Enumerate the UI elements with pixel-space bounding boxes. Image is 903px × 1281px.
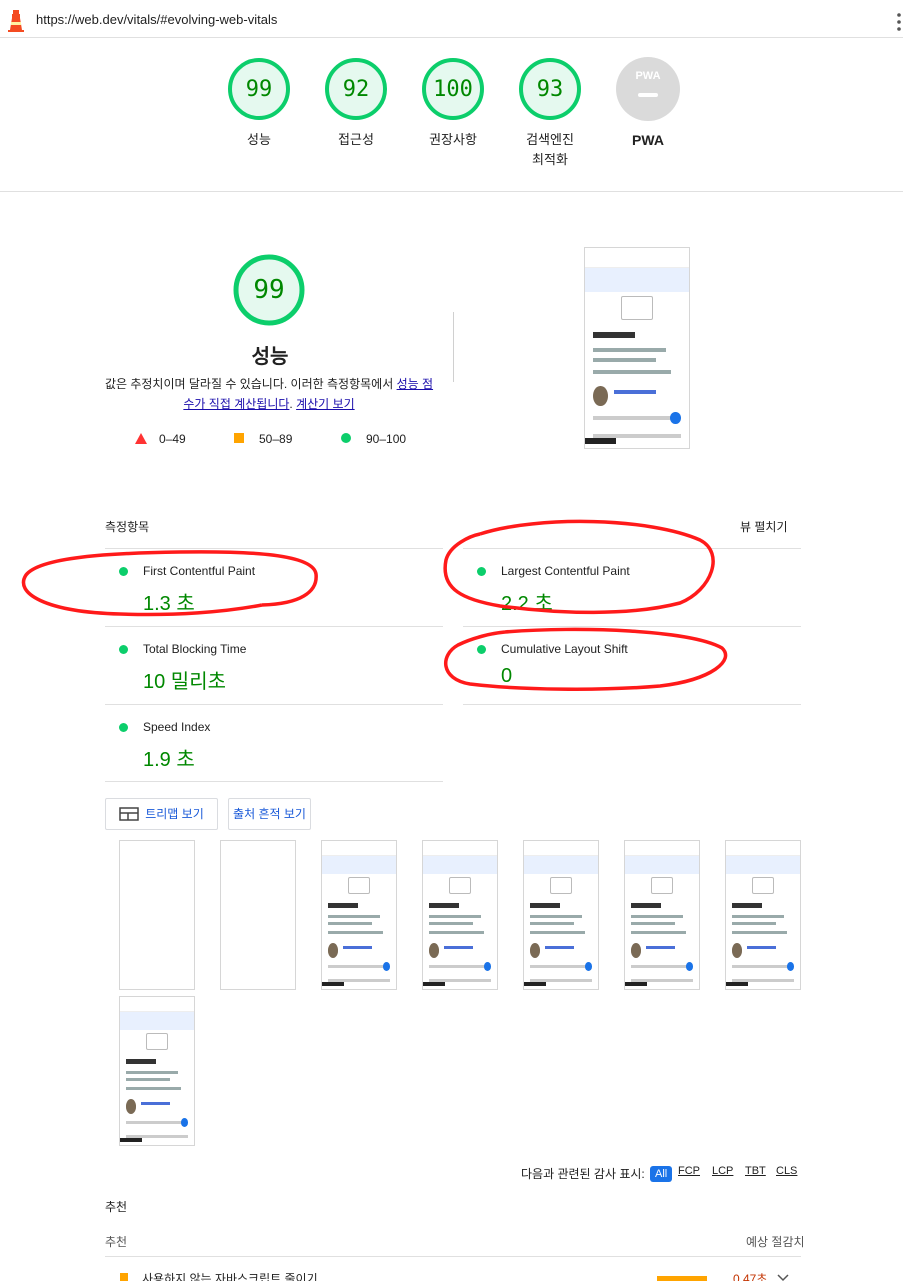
- vertical-separator: [453, 312, 454, 382]
- filmstrip-frame: [119, 840, 195, 990]
- gauge-score: 93: [536, 77, 564, 102]
- metrics-title: 측정항목: [105, 520, 150, 534]
- browser-url-bar: https://web.dev/vitals/#evolving-web-vit…: [0, 0, 903, 38]
- treemap-label: 트리맵 보기: [145, 807, 204, 821]
- metric-name: Largest Contentful Paint: [501, 564, 630, 578]
- annotation-circle-cls: [443, 627, 728, 691]
- metric-name: Cumulative Layout Shift: [501, 642, 628, 656]
- pass-dot-icon: [119, 567, 128, 576]
- page-url[interactable]: https://web.dev/vitals/#evolving-web-vit…: [36, 12, 277, 27]
- filmstrip-frame: [119, 996, 195, 1146]
- pass-dot-icon: [119, 645, 128, 654]
- pwa-badge-icon: PWA: [616, 57, 680, 121]
- divider: [105, 548, 443, 549]
- filmstrip-frame: [321, 840, 397, 990]
- calculator-link[interactable]: 계산기 보기: [296, 397, 355, 411]
- svg-text:PWA: PWA: [635, 70, 660, 82]
- filter-chip-fcp[interactable]: FCP: [678, 1165, 700, 1177]
- divider: [463, 704, 801, 705]
- section-divider: [0, 191, 903, 192]
- divider: [463, 548, 801, 549]
- gauge-pwa[interactable]: PWA PWA: [611, 52, 685, 182]
- opportunity-title: 사용하지 않는 자바스크립트 줄이기: [142, 1272, 318, 1281]
- gauge-label: 접근성: [338, 132, 374, 147]
- metric-value: 1.3 초: [143, 593, 195, 615]
- opportunity-savings: 0.47초: [733, 1272, 768, 1281]
- legend-range: 50–89: [259, 432, 293, 446]
- filmstrip-frame: [523, 840, 599, 990]
- legend-pass: 90–100: [341, 432, 406, 446]
- legend-range: 90–100: [366, 432, 407, 446]
- metric-name: Speed Index: [143, 720, 211, 734]
- more-menu-icon[interactable]: [897, 12, 901, 32]
- final-screenshot[interactable]: [584, 247, 690, 449]
- performance-title: 성능: [251, 346, 289, 368]
- performance-score: 99: [253, 275, 285, 305]
- expand-view-button[interactable]: 뷰 펼치기: [740, 518, 788, 535]
- gauge-score: 100: [433, 77, 473, 102]
- metric-value: 10 밀리초: [143, 671, 227, 693]
- gauge-seo[interactable]: 93 검색엔진 최적화: [513, 52, 587, 182]
- performance-description: 값은 추정치이며 달라질 수 있습니다. 이러한 측정항목에서 성능 점수가 직…: [104, 374, 434, 414]
- pass-dot-icon: [477, 645, 486, 654]
- circle-icon: [341, 433, 351, 443]
- square-icon: [234, 433, 244, 443]
- trace-label: 출처 흔적 보기: [233, 807, 306, 821]
- legend-range: 0–49: [159, 432, 186, 446]
- metric-name: Total Blocking Time: [143, 642, 247, 656]
- metric-value: 2.2 초: [501, 593, 553, 615]
- opportunities-col-right: 예상 절감치: [746, 1235, 805, 1249]
- divider: [105, 704, 443, 705]
- opportunity-row[interactable]: 사용하지 않는 자바스크립트 줄이기 0.47초: [105, 1266, 801, 1281]
- opportunities-heading: 추천: [105, 1200, 128, 1214]
- treemap-button[interactable]: 트리맵 보기: [105, 798, 218, 830]
- pass-dot-icon: [477, 567, 486, 576]
- lighthouse-logo-icon: [8, 10, 24, 32]
- filter-chip-all[interactable]: All: [650, 1166, 673, 1182]
- treemap-icon: [119, 807, 139, 821]
- gauge-score: 99: [245, 77, 273, 102]
- gauge-score: 92: [342, 77, 370, 102]
- filter-chip-lcp[interactable]: LCP: [712, 1165, 733, 1177]
- gauge-label-line1: 검색엔진: [526, 132, 574, 147]
- trace-button[interactable]: 출처 흔적 보기: [228, 798, 311, 830]
- metric-name: First Contentful Paint: [143, 564, 256, 578]
- savings-bar: [657, 1276, 707, 1281]
- divider: [105, 1256, 801, 1257]
- performance-gauge: 99: [232, 253, 306, 327]
- gauge-label: 성능: [247, 132, 271, 147]
- pass-dot-icon: [119, 723, 128, 732]
- filmstrip-frame: [624, 840, 700, 990]
- filmstrip-frame: [725, 840, 801, 990]
- legend-fail: 0–49: [135, 432, 186, 446]
- triangle-icon: [135, 433, 147, 444]
- chevron-down-icon[interactable]: [777, 1274, 789, 1281]
- filter-chip-tbt[interactable]: TBT: [745, 1165, 766, 1177]
- gauge-best-practices[interactable]: 100 권장사항: [416, 52, 490, 182]
- divider: [463, 626, 801, 627]
- gauge-label-line2: 최적화: [532, 152, 568, 167]
- filmstrip-frame: [422, 840, 498, 990]
- filmstrip-frame: [220, 840, 296, 990]
- gauge-accessibility[interactable]: 92 접근성: [319, 52, 393, 182]
- metric-value: 1.9 초: [143, 749, 195, 771]
- opportunities-col-left: 추천: [105, 1235, 128, 1249]
- average-square-icon: [120, 1273, 128, 1281]
- gauge-performance[interactable]: 99 성능: [222, 52, 296, 182]
- gauge-label: PWA: [632, 132, 664, 148]
- metric-value: 0: [501, 665, 513, 687]
- legend-average: 50–89: [234, 432, 292, 446]
- filter-chip-cls[interactable]: CLS: [776, 1165, 797, 1177]
- divider: [105, 781, 443, 782]
- gauge-label: 권장사항: [429, 132, 477, 147]
- filter-label: 다음과 관련된 감사 표시:: [521, 1167, 645, 1181]
- description-text: 값은 추정치이며 달라질 수 있습니다. 이러한 측정항목에서: [104, 377, 397, 391]
- divider: [105, 626, 443, 627]
